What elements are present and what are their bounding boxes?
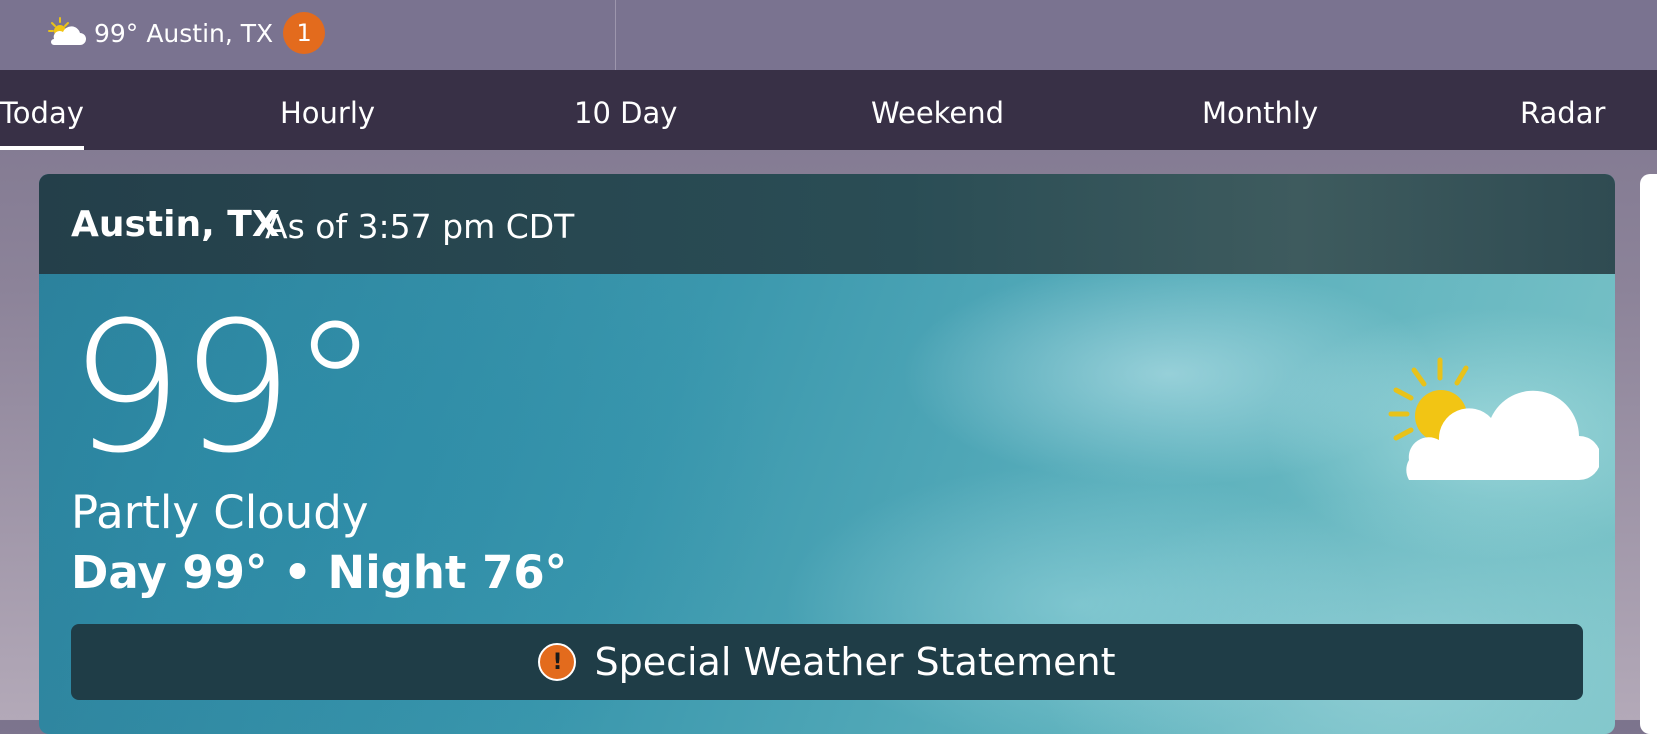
as-of-time: As of 3:57 pm CDT	[265, 207, 575, 246]
tab-today[interactable]: Today	[0, 70, 84, 150]
card-header: Austin, TX As of 3:57 pm CDT	[39, 174, 1615, 274]
topbar-temp: 99°	[94, 18, 139, 48]
current-conditions-card: Austin, TX As of 3:57 pm CDT 99° Partly …	[39, 174, 1615, 734]
partly-cloudy-icon	[1388, 357, 1599, 480]
partly-cloudy-icon	[48, 17, 86, 45]
current-temperature: 99°	[69, 284, 380, 493]
notification-badge[interactable]: 1	[283, 12, 326, 54]
tab-hourly[interactable]: Hourly	[280, 70, 375, 150]
condition-text: Partly Cloudy	[71, 486, 369, 539]
forecast-tabs: Today Hourly 10 Day Weekend Monthly Rada…	[0, 70, 1657, 150]
day-night-temps: Day 99° • Night 76°	[71, 546, 568, 599]
alert-icon: !	[538, 643, 577, 681]
tab-10-day[interactable]: 10 Day	[574, 70, 677, 150]
tab-monthly[interactable]: Monthly	[1202, 70, 1318, 150]
tab-weekend[interactable]: Weekend	[871, 70, 1004, 150]
weather-chip[interactable]: 99° Austin, TX 1	[46, 10, 326, 56]
topbar-divider	[615, 0, 616, 70]
tab-radar[interactable]: Radar	[1520, 70, 1605, 150]
alert-label: Special Weather Statement	[594, 640, 1116, 684]
topbar-location: Austin, TX	[146, 18, 274, 48]
top-bar: 99° Austin, TX 1	[0, 0, 1657, 70]
weather-alert-banner[interactable]: ! Special Weather Statement	[71, 624, 1583, 700]
side-card-edge	[1640, 174, 1657, 734]
location-title: Austin, TX	[71, 204, 280, 245]
